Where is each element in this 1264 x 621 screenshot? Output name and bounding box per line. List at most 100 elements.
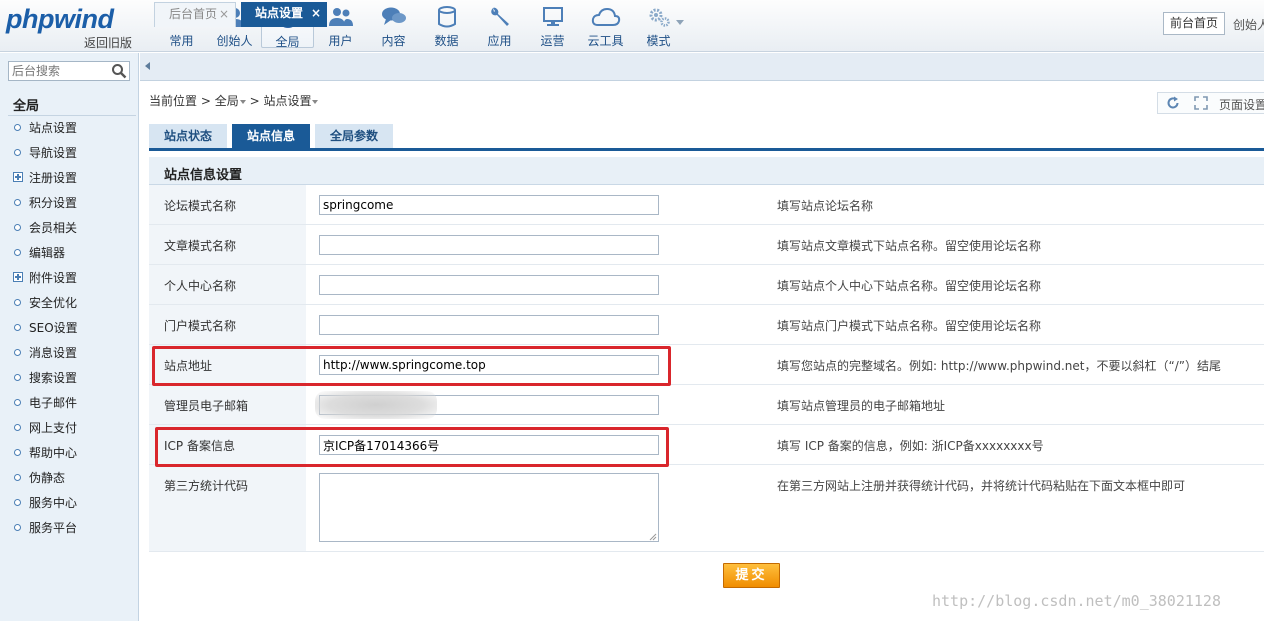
breadcrumb-global[interactable]: 全局	[215, 94, 239, 108]
sidebar-item[interactable]: 伪静态	[0, 469, 78, 494]
sidebar-item[interactable]: 网上支付	[0, 419, 78, 444]
sidebar-item-label: 伪静态	[29, 471, 66, 485]
sidebar-item-label: 服务中心	[29, 496, 78, 510]
field-label: 管理员电子邮箱	[164, 399, 249, 413]
sidebar-divider	[8, 115, 136, 116]
resize-grip-icon[interactable]	[649, 533, 657, 541]
breadcrumb: 当前位置 > 全局 > 站点设置	[149, 92, 319, 109]
tab-site-info[interactable]: 站点信息	[232, 124, 310, 148]
sidebar-menu: 站点设置导航设置注册设置积分设置会员相关编辑器附件设置安全优化 SEO设置消息设置…	[0, 119, 78, 544]
page-tab-bar	[140, 53, 1264, 81]
field-label: 个人中心名称	[164, 279, 237, 293]
sidebar-item[interactable]: 搜索设置	[0, 369, 78, 394]
field-label: 论坛模式名称	[164, 199, 237, 213]
nav-more-caret-icon[interactable]	[676, 20, 684, 25]
cloud-icon	[591, 7, 620, 26]
logo[interactable]: phpwind 返回旧版	[6, 4, 136, 51]
nav-label: 云工具	[587, 34, 624, 48]
sidebar-item[interactable]: 注册设置	[0, 169, 78, 194]
refresh-icon[interactable]	[1166, 96, 1180, 110]
form-row-personal-center-name: 个人中心名称 填写站点个人中心下站点名称。留空使用论坛名称	[149, 265, 1264, 305]
search-icon[interactable]	[111, 63, 127, 79]
expand-plus-icon[interactable]	[13, 272, 23, 282]
bullet-icon	[14, 399, 21, 406]
field-help: 填写站点管理员的电子邮箱地址	[777, 399, 946, 413]
sidebar-item-label: 网上支付	[29, 421, 78, 435]
tab-global-params[interactable]: 全局参数	[315, 124, 393, 148]
field-help: 填写您站点的完整域名。例如: http://www.phpwind.net，不要…	[777, 359, 1221, 373]
nav-label: 内容	[381, 34, 406, 48]
nav-mode[interactable]: 模式	[632, 2, 685, 48]
field-label: 第三方统计代码	[164, 479, 249, 493]
nav-operations[interactable]: 运营	[526, 2, 579, 48]
breadcrumb-separator: >	[249, 94, 260, 108]
sidebar-item-label: 站点设置	[29, 121, 78, 135]
field-help: 填写站点文章模式下站点名称。留空使用论坛名称	[777, 239, 1042, 253]
nav-apps[interactable]: 应用	[473, 2, 526, 48]
chevron-down-icon[interactable]	[312, 99, 319, 104]
nav-data[interactable]: 数据	[420, 2, 473, 48]
tab-admin-home[interactable]: 后台首页 ×	[154, 2, 236, 27]
nav-cloud-tools[interactable]: 云工具	[579, 2, 632, 48]
front-homepage-button[interactable]: 前台首页	[1163, 12, 1226, 35]
tab-scroll-left-icon[interactable]	[145, 62, 150, 70]
sidebar-item-label: 注册设置	[29, 171, 78, 185]
sidebar-item[interactable]: 服务中心	[0, 494, 78, 519]
monitor-icon	[542, 7, 563, 26]
tab-site-settings[interactable]: 站点设置 ×	[241, 2, 327, 27]
nav-label: 全局	[275, 35, 300, 49]
sidebar-item-label: 导航设置	[29, 146, 78, 160]
tab-site-status[interactable]: 站点状态	[149, 124, 227, 148]
back-to-old-version-link[interactable]: 返回旧版	[84, 34, 132, 51]
breadcrumb-separator: >	[200, 94, 211, 108]
stats-code-textarea[interactable]	[319, 473, 659, 542]
bullet-icon	[14, 224, 21, 231]
sidebar-item-label: 积分设置	[29, 196, 78, 210]
expand-plus-icon[interactable]	[13, 172, 23, 182]
nav-label: 运营	[540, 34, 565, 48]
chevron-down-icon[interactable]	[239, 99, 246, 104]
field-help: 填写站点论坛名称	[777, 199, 874, 213]
sidebar-item[interactable]: 电子邮件	[0, 394, 78, 419]
sidebar-item[interactable]: SEO设置	[0, 319, 78, 344]
admin-search-input[interactable]	[9, 62, 109, 80]
sidebar-item[interactable]: 消息设置	[0, 344, 78, 369]
sidebar-item-label: 附件设置	[29, 271, 78, 285]
sidebar-item[interactable]: 安全优化	[0, 294, 78, 319]
sidebar-item[interactable]: 会员相关	[0, 219, 78, 244]
breadcrumb-site-settings[interactable]: 站点设置	[263, 94, 311, 108]
close-icon[interactable]: ×	[219, 3, 229, 26]
redaction-blur	[315, 391, 437, 419]
bullet-icon	[14, 424, 21, 431]
sidebar-item[interactable]: 站点设置	[0, 119, 78, 144]
article-name-input[interactable]	[319, 235, 659, 255]
nav-label: 模式	[646, 34, 671, 48]
sidebar-item-label: 会员相关	[29, 221, 78, 235]
bullet-icon	[14, 524, 21, 531]
form-row-admin-email: 管理员电子邮箱 填写站点管理员的电子邮箱地址	[149, 385, 1264, 425]
sidebar-item[interactable]: 帮助中心	[0, 444, 78, 469]
page-settings-label[interactable]: 页面设置	[1219, 96, 1264, 113]
nav-label: 创始人	[216, 34, 253, 48]
founder-user-link[interactable]: 创始人	[1233, 16, 1264, 33]
sidebar-item[interactable]: 导航设置	[0, 144, 78, 169]
sidebar-item[interactable]: 附件设置	[0, 269, 78, 294]
section-header: 站点信息设置	[149, 157, 1264, 185]
nav-label: 常用	[169, 34, 194, 48]
bullet-icon	[14, 124, 21, 131]
close-icon[interactable]: ×	[311, 2, 321, 25]
sidebar-item-label: 电子邮件	[29, 396, 78, 410]
nav-content[interactable]: 内容	[367, 2, 420, 48]
portal-name-input[interactable]	[319, 315, 659, 335]
form-row-article-name: 文章模式名称 填写站点文章模式下站点名称。留空使用论坛名称	[149, 225, 1264, 265]
icp-info-highlight	[155, 427, 669, 467]
sidebar-item[interactable]: 积分设置	[0, 194, 78, 219]
sidebar-item[interactable]: 编辑器	[0, 244, 78, 269]
field-label: 门户模式名称	[164, 319, 237, 333]
personal-center-name-input[interactable]	[319, 275, 659, 295]
sidebar-item-label: SEO设置	[29, 321, 78, 335]
fullscreen-icon[interactable]	[1194, 96, 1208, 110]
forum-name-input[interactable]	[319, 195, 659, 215]
sidebar-item[interactable]: 服务平台	[0, 519, 78, 544]
submit-button[interactable]: 提交	[723, 563, 780, 588]
